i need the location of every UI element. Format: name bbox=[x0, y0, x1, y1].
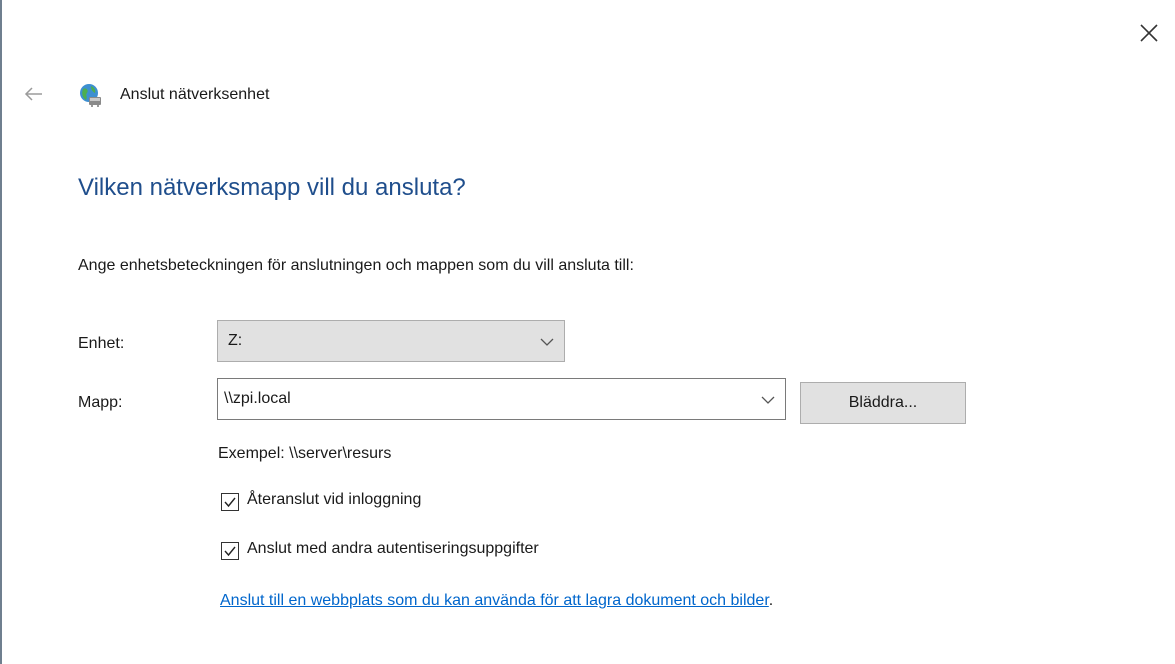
close-button[interactable] bbox=[1138, 22, 1160, 44]
link-period: . bbox=[768, 592, 774, 609]
folder-label: Mapp: bbox=[78, 394, 123, 411]
network-drive-globe-icon bbox=[77, 82, 103, 108]
window-border bbox=[0, 0, 2, 664]
folder-input-value: \\zpi.local bbox=[224, 390, 291, 407]
credentials-checkbox[interactable] bbox=[221, 542, 239, 560]
website-link-line: Anslut till en webbplats som du kan anvä… bbox=[220, 592, 773, 610]
back-button[interactable] bbox=[24, 86, 44, 102]
checkmark-icon bbox=[224, 497, 236, 508]
back-arrow-icon bbox=[24, 87, 42, 101]
credentials-label: Anslut med andra autentiseringsuppgifter bbox=[247, 540, 539, 557]
browse-button[interactable]: Bläddra... bbox=[800, 382, 966, 424]
chevron-down-icon[interactable] bbox=[761, 395, 775, 405]
reconnect-checkbox[interactable] bbox=[221, 493, 239, 511]
checkmark-icon bbox=[224, 546, 236, 557]
folder-combobox[interactable]: \\zpi.local bbox=[217, 378, 786, 420]
close-icon bbox=[1140, 24, 1158, 42]
website-storage-link[interactable]: Anslut till en webbplats som du kan anvä… bbox=[220, 592, 769, 609]
example-hint: Exempel: \\server\resurs bbox=[218, 445, 392, 462]
window-title: Anslut nätverksenhet bbox=[120, 86, 270, 103]
drive-selected-value: Z: bbox=[228, 332, 243, 349]
instruction-text: Ange enhetsbeteckningen för anslutningen… bbox=[78, 257, 634, 274]
chevron-down-icon bbox=[540, 338, 554, 346]
drive-label: Enhet: bbox=[78, 335, 125, 352]
drive-select[interactable]: Z: bbox=[217, 320, 565, 362]
page-heading: Vilken nätverksmapp vill du ansluta? bbox=[78, 174, 466, 201]
reconnect-label: Återanslut vid inloggning bbox=[247, 491, 422, 508]
